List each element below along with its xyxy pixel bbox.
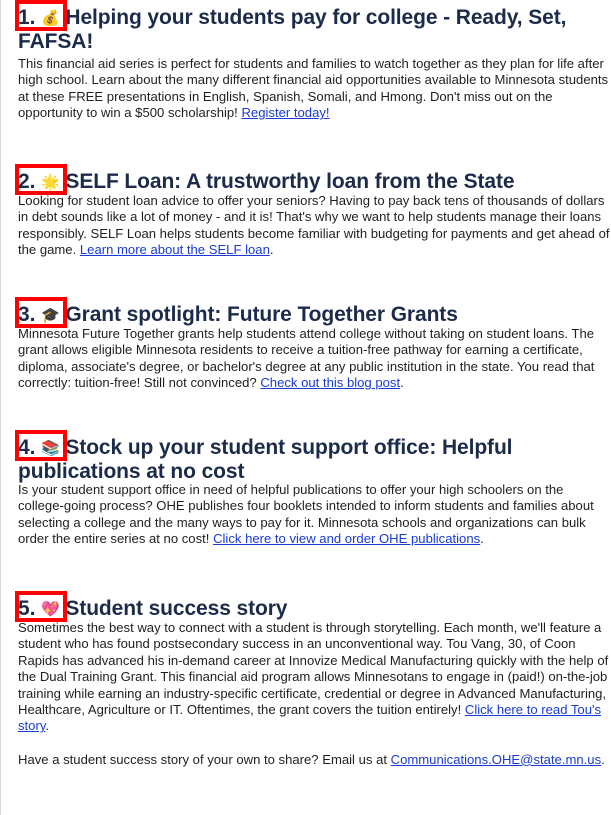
section-2: 2. 🌟 SELF Loan: A trustworthy loan from … — [18, 170, 610, 259]
section-4: 4. 📚 Stock up your student support offic… — [18, 436, 610, 548]
blog-post-link[interactable]: Check out this blog post — [260, 375, 400, 390]
body-tail: . — [269, 242, 274, 258]
section-body: Sometimes the best way to connect with a… — [18, 620, 610, 735]
body-tail: . — [45, 718, 50, 734]
section-heading: 5. 💖 Student success story — [18, 597, 610, 621]
section-body: This financial aid series is perfect for… — [18, 56, 610, 122]
section-title: SELF Loan: A trustworthy loan from the S… — [65, 170, 515, 193]
publications-link[interactable]: Click here to view and order OHE publica… — [213, 531, 480, 546]
section-body: Minnesota Future Together grants help st… — [18, 326, 610, 392]
body-tail: . — [480, 531, 484, 547]
footer-note: Have a student success story of your own… — [18, 752, 610, 768]
footer-tail: . — [601, 751, 605, 767]
footer-text: Have a student success story of your own… — [18, 751, 391, 767]
self-loan-link[interactable]: Learn more about the SELF loan — [80, 242, 270, 257]
email-link[interactable]: Communications.OHE@state.mn.us — [391, 752, 602, 767]
section-title: Grant spotlight: Future Together Grants — [65, 303, 458, 326]
section-heading: 2. 🌟 SELF Loan: A trustworthy loan from … — [18, 170, 610, 194]
section-body: Looking for student loan advice to offer… — [18, 193, 610, 259]
number-highlight-box — [15, 0, 67, 31]
register-link[interactable]: Register today! — [241, 105, 329, 120]
number-highlight-box — [15, 164, 67, 195]
section-title: Helping your students pay for college - … — [18, 6, 567, 53]
number-highlight-box — [15, 297, 67, 328]
section-1: 1. 💰 Helping your students pay for colle… — [18, 6, 610, 122]
section-heading: 1. 💰 Helping your students pay for colle… — [18, 6, 610, 53]
left-border — [0, 0, 1, 815]
section-title: Student success story — [65, 597, 288, 620]
section-body: Is your student support office in need o… — [18, 482, 610, 548]
number-highlight-box — [15, 430, 67, 461]
section-3: 3. 🎓 Grant spotlight: Future Together Gr… — [18, 303, 610, 392]
number-highlight-box — [15, 591, 67, 622]
section-heading: 4. 📚 Stock up your student support offic… — [18, 436, 610, 483]
section-heading: 3. 🎓 Grant spotlight: Future Together Gr… — [18, 303, 610, 327]
section-5: 5. 💖 Student success story Sometimes the… — [18, 597, 610, 768]
section-title: Stock up your student support office: He… — [18, 436, 513, 483]
body-tail: . — [400, 375, 404, 391]
newsletter-page: 1. 💰 Helping your students pay for colle… — [0, 0, 611, 815]
